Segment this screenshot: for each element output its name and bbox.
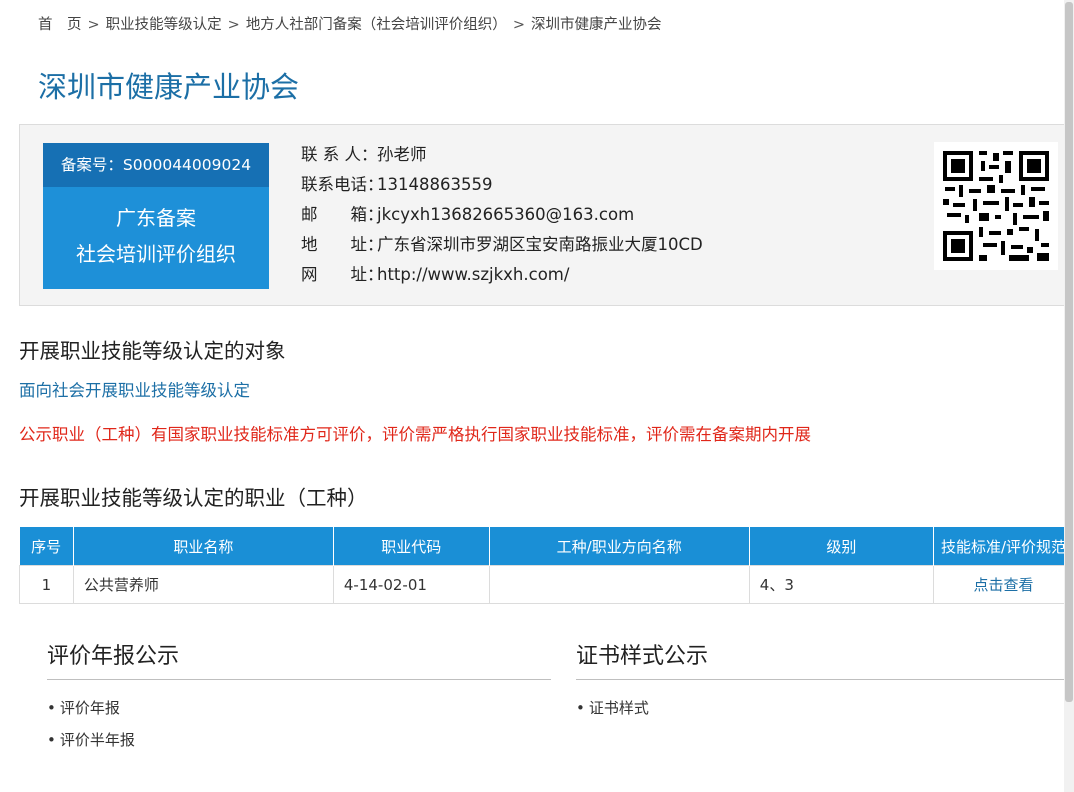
section-title-target: 开展职业技能等级认定的对象 [19, 339, 286, 363]
contact-email-row: 邮 箱：jkcyxh13682665360@163.com [301, 200, 703, 230]
annual-report-list: 评价年报 评价半年报 [47, 692, 551, 756]
contact-value: 孙老师 [377, 145, 427, 164]
breadcrumb-home-link[interactable]: 首 页 [38, 17, 82, 33]
scrollbar-thumb[interactable] [1065, 2, 1073, 702]
record-badge: 备案号：S000044009024 广东备案 社会培训评价组织 [43, 143, 269, 289]
contact-value: jkcyxh13682665360@163.com [377, 205, 635, 224]
contact-value: 广东省深圳市罗湖区宝安南路振业大厦10CD [377, 235, 703, 254]
certificate-sample-link[interactable]: 证书样式 [576, 692, 1064, 724]
breadcrumb-separator: > [227, 17, 240, 33]
annual-report-panel: 评价年报公示 评价年报 评价半年报 [47, 639, 551, 756]
contact-website-row: 网 址：http://www.szjkxh.com/ [301, 260, 703, 290]
contact-value: 13148863559 [377, 175, 493, 194]
cell-no: 1 [19, 565, 74, 604]
contact-label: 联 系 人： [301, 145, 378, 164]
cell-direction [488, 565, 750, 604]
annual-report-title: 评价年报公示 [47, 639, 551, 680]
page-title: 深圳市健康产业协会 [38, 70, 300, 104]
col-header-name: 职业名称 [73, 527, 334, 566]
cell-level: 4、3 [748, 565, 935, 604]
col-header-code: 职业代码 [333, 527, 490, 566]
half-year-report-link[interactable]: 评价半年报 [47, 724, 551, 756]
badge-region-label: 广东备案 [116, 206, 196, 230]
contact-value: http://www.szjkxh.com/ [377, 265, 570, 284]
breadcrumb-current: 深圳市健康产业协会 [530, 17, 662, 33]
breadcrumb: 首 页 > 职业技能等级认定 > 地方人社部门备案（社会培训评价组织） > 深圳市健康产业协… [38, 13, 661, 34]
vertical-scrollbar[interactable] [1064, 0, 1074, 792]
badge-org-type-label: 社会培训评价组织 [76, 242, 236, 266]
breadcrumb-local-record-link[interactable]: 地方人社部门备案（社会培训评价组织） [246, 17, 507, 33]
breadcrumb-separator: > [512, 17, 525, 33]
certificate-title: 证书样式公示 [576, 639, 1064, 680]
qr-code-graphic [943, 151, 1049, 261]
cell-occupation-code: 4-14-02-01 [332, 565, 490, 604]
col-header-no: 序号 [19, 527, 74, 566]
breadcrumb-separator: > [87, 17, 100, 33]
target-description: 面向社会开展职业技能等级认定 [19, 381, 250, 400]
record-number: 备案号：S000044009024 [43, 143, 269, 187]
contact-info: 联 系 人：孙老师 联系电话：13148863559 邮 箱：jkcyxh136… [301, 140, 703, 290]
col-header-level: 级别 [749, 527, 935, 566]
contact-phone-row: 联系电话：13148863559 [301, 170, 703, 200]
evaluation-notice: 公示职业（工种）有国家职业技能标准方可评价，评价需严格执行国家职业技能标准，评价… [19, 425, 811, 444]
contact-label: 地 址： [301, 235, 384, 254]
contact-label: 邮 箱： [301, 205, 384, 224]
organization-info-box: 备案号：S000044009024 广东备案 社会培训评价组织 联 系 人：孙老… [19, 124, 1074, 306]
table-row: 1 公共营养师 4-14-02-01 4、3 点击查看 [19, 565, 1074, 604]
qr-code-icon [934, 142, 1058, 270]
contact-address-row: 地 址：广东省深圳市罗湖区宝安南路振业大厦10CD [301, 230, 703, 260]
col-header-direction: 工种/职业方向名称 [489, 527, 750, 566]
certificate-panel: 证书样式公示 证书样式 [576, 639, 1064, 724]
contact-person-row: 联 系 人：孙老师 [301, 140, 703, 170]
certificate-list: 证书样式 [576, 692, 1064, 724]
contact-label: 联系电话： [301, 175, 384, 194]
col-header-standard: 技能标准/评价规范 [933, 527, 1074, 566]
breadcrumb-skill-cert-link[interactable]: 职业技能等级认定 [106, 17, 222, 33]
view-standard-link[interactable]: 点击查看 [933, 565, 1074, 604]
contact-label: 网 址： [301, 265, 384, 284]
table-header-row: 序号 职业名称 职业代码 工种/职业方向名称 级别 技能标准/评价规范 [19, 527, 1074, 566]
cell-occupation-name: 公共营养师 [72, 565, 334, 604]
occupation-table: 序号 职业名称 职业代码 工种/职业方向名称 级别 技能标准/评价规范 1 公共… [19, 527, 1074, 604]
section-title-occupations: 开展职业技能等级认定的职业（工种） [19, 486, 368, 510]
annual-report-link[interactable]: 评价年报 [47, 692, 551, 724]
